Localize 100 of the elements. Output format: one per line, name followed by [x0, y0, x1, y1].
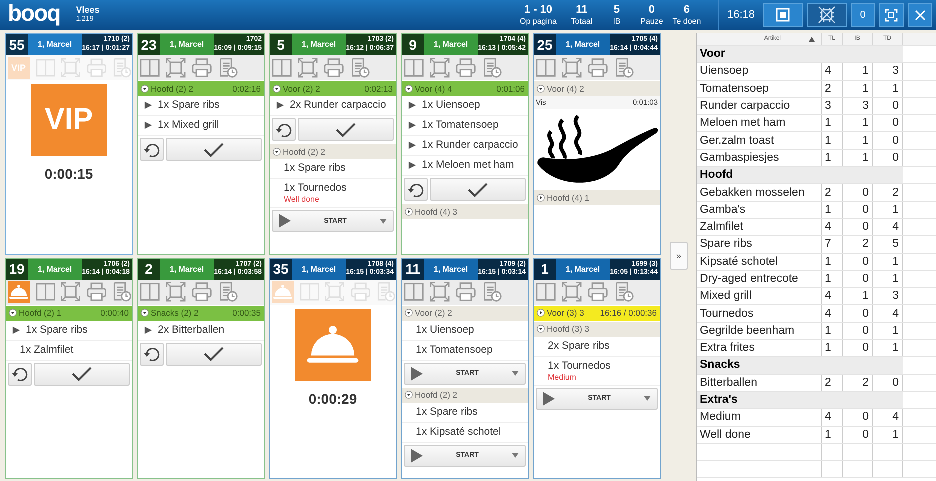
toggle-icon[interactable] — [537, 84, 545, 92]
fullscreen-icon[interactable] — [61, 282, 81, 302]
stat-label: Op pagina — [520, 16, 557, 26]
undo-button[interactable] — [140, 342, 164, 366]
item-name: 1x Spare ribs — [158, 99, 220, 112]
print-icon[interactable] — [588, 58, 608, 78]
fullscreen-icon[interactable] — [298, 58, 318, 78]
check-icon — [204, 142, 224, 156]
course-header[interactable]: Hoofd (4) 1 — [534, 189, 660, 205]
toggle-icon[interactable] — [405, 391, 413, 399]
serve-button[interactable] — [8, 281, 30, 303]
toggle-icon[interactable] — [537, 325, 545, 333]
play-icon[interactable] — [144, 121, 153, 130]
history-icon[interactable] — [218, 282, 238, 302]
expand-button[interactable]: » — [670, 242, 688, 270]
item-name: 2x Runder carpaccio — [290, 99, 386, 112]
print-icon[interactable] — [456, 282, 476, 302]
toggle-icon[interactable] — [405, 84, 413, 92]
print-icon[interactable] — [86, 282, 106, 302]
table-cell: Well done — [697, 426, 822, 443]
print-icon[interactable] — [588, 282, 608, 302]
split-view-icon[interactable] — [140, 58, 160, 78]
toggle-icon[interactable] — [405, 208, 413, 216]
toggle-icon[interactable] — [405, 309, 413, 317]
split-view-icon[interactable] — [272, 58, 292, 78]
course-header[interactable]: Voor (3) 3 16:16 / 0:00:36 — [534, 304, 660, 320]
toggle-icon[interactable] — [273, 84, 281, 92]
fullscreen-icon[interactable] — [562, 58, 582, 78]
play-icon[interactable] — [144, 326, 153, 334]
table-cell: Extra frites — [697, 340, 822, 356]
play-icon[interactable] — [12, 326, 21, 334]
history-icon[interactable] — [614, 58, 634, 78]
split-view-icon[interactable] — [536, 282, 556, 302]
fullscreen-icon[interactable] — [430, 282, 450, 302]
undo-button[interactable] — [404, 178, 428, 201]
play-icon[interactable] — [276, 101, 285, 110]
window-button[interactable] — [763, 3, 803, 27]
toggle-icon[interactable] — [9, 309, 17, 317]
course-header[interactable]: Voor (2) 2 0:02:13 — [270, 80, 396, 96]
fullscreen-icon[interactable] — [166, 282, 186, 302]
toggle-icon[interactable] — [141, 84, 149, 92]
fullscreen-icon[interactable] — [166, 58, 186, 78]
confirm-button[interactable] — [34, 362, 130, 386]
print-icon[interactable] — [456, 58, 476, 78]
undo-button[interactable] — [272, 118, 296, 141]
history-icon[interactable] — [350, 58, 370, 78]
course-header[interactable]: Voor (2) 2 — [402, 304, 528, 320]
play-icon[interactable] — [144, 101, 153, 110]
course-header[interactable]: Hoofd (2) 1 0:00:40 — [6, 304, 132, 320]
history-icon[interactable] — [482, 282, 502, 302]
print-icon[interactable] — [324, 58, 344, 78]
close-button[interactable] — [908, 3, 932, 27]
play-icon[interactable] — [408, 121, 417, 130]
play-icon[interactable] — [408, 141, 417, 150]
course-header[interactable]: Hoofd (4) 3 — [402, 203, 528, 219]
course-label: Voor (4) 4 — [415, 84, 452, 94]
print-icon[interactable] — [192, 282, 212, 302]
play-icon — [543, 392, 555, 406]
course-header[interactable]: Hoofd (2) 2 — [402, 386, 528, 402]
course-label: Hoofd (2) 2 — [415, 390, 458, 400]
course-header[interactable]: Hoofd (2) 2 0:02:16 — [138, 80, 264, 96]
course-header[interactable]: Hoofd (2) 2 — [270, 143, 396, 159]
counter-button[interactable]: 0 — [851, 3, 875, 27]
history-icon[interactable] — [112, 282, 132, 302]
confirm-button[interactable] — [166, 138, 262, 161]
split-view-icon[interactable] — [536, 58, 556, 78]
course-header[interactable]: Voor (4) 4 0:01:06 — [402, 80, 528, 96]
toggle-icon[interactable] — [537, 309, 545, 317]
fullscreen-icon[interactable] — [562, 282, 582, 302]
undo-button[interactable] — [140, 138, 164, 161]
table-cell: Gebakken mosselen — [697, 184, 822, 201]
undo-button[interactable] — [8, 362, 32, 386]
split-view-icon[interactable] — [36, 282, 56, 302]
table-cell: 0 — [873, 98, 903, 114]
play-icon[interactable] — [408, 101, 417, 110]
history-icon[interactable] — [614, 282, 634, 302]
confirm-button[interactable] — [166, 342, 262, 366]
confirm-button[interactable] — [298, 118, 394, 141]
course-header[interactable]: Voor (4) 2 — [534, 80, 660, 96]
split-view-icon[interactable] — [404, 58, 424, 78]
table-cell: 4 — [873, 218, 903, 236]
split-view-icon[interactable] — [140, 282, 160, 302]
fullscreen-icon[interactable] — [430, 58, 450, 78]
print-icon[interactable] — [192, 58, 212, 78]
fullscreen-button[interactable] — [879, 3, 904, 27]
toggle-icon[interactable] — [537, 194, 545, 202]
split-view-icon[interactable] — [404, 282, 424, 302]
table-cell: 3 — [873, 63, 903, 80]
history-icon[interactable] — [482, 58, 502, 78]
toggle-icon[interactable] — [141, 309, 149, 317]
toggle-icon[interactable] — [273, 148, 281, 156]
play-icon[interactable] — [408, 161, 417, 170]
confirm-button[interactable] — [430, 178, 526, 201]
table-cell: 2 — [873, 184, 903, 201]
course-header[interactable]: Hoofd (3) 3 — [534, 320, 660, 336]
item-name: 1x Tomatensoep — [416, 344, 493, 356]
history-icon[interactable] — [218, 58, 238, 78]
course-header[interactable]: Snacks (2) 2 0:00:35 — [138, 304, 264, 320]
table-number: 1 — [534, 258, 556, 280]
table-cell: Ger.zalm toast — [697, 132, 822, 149]
